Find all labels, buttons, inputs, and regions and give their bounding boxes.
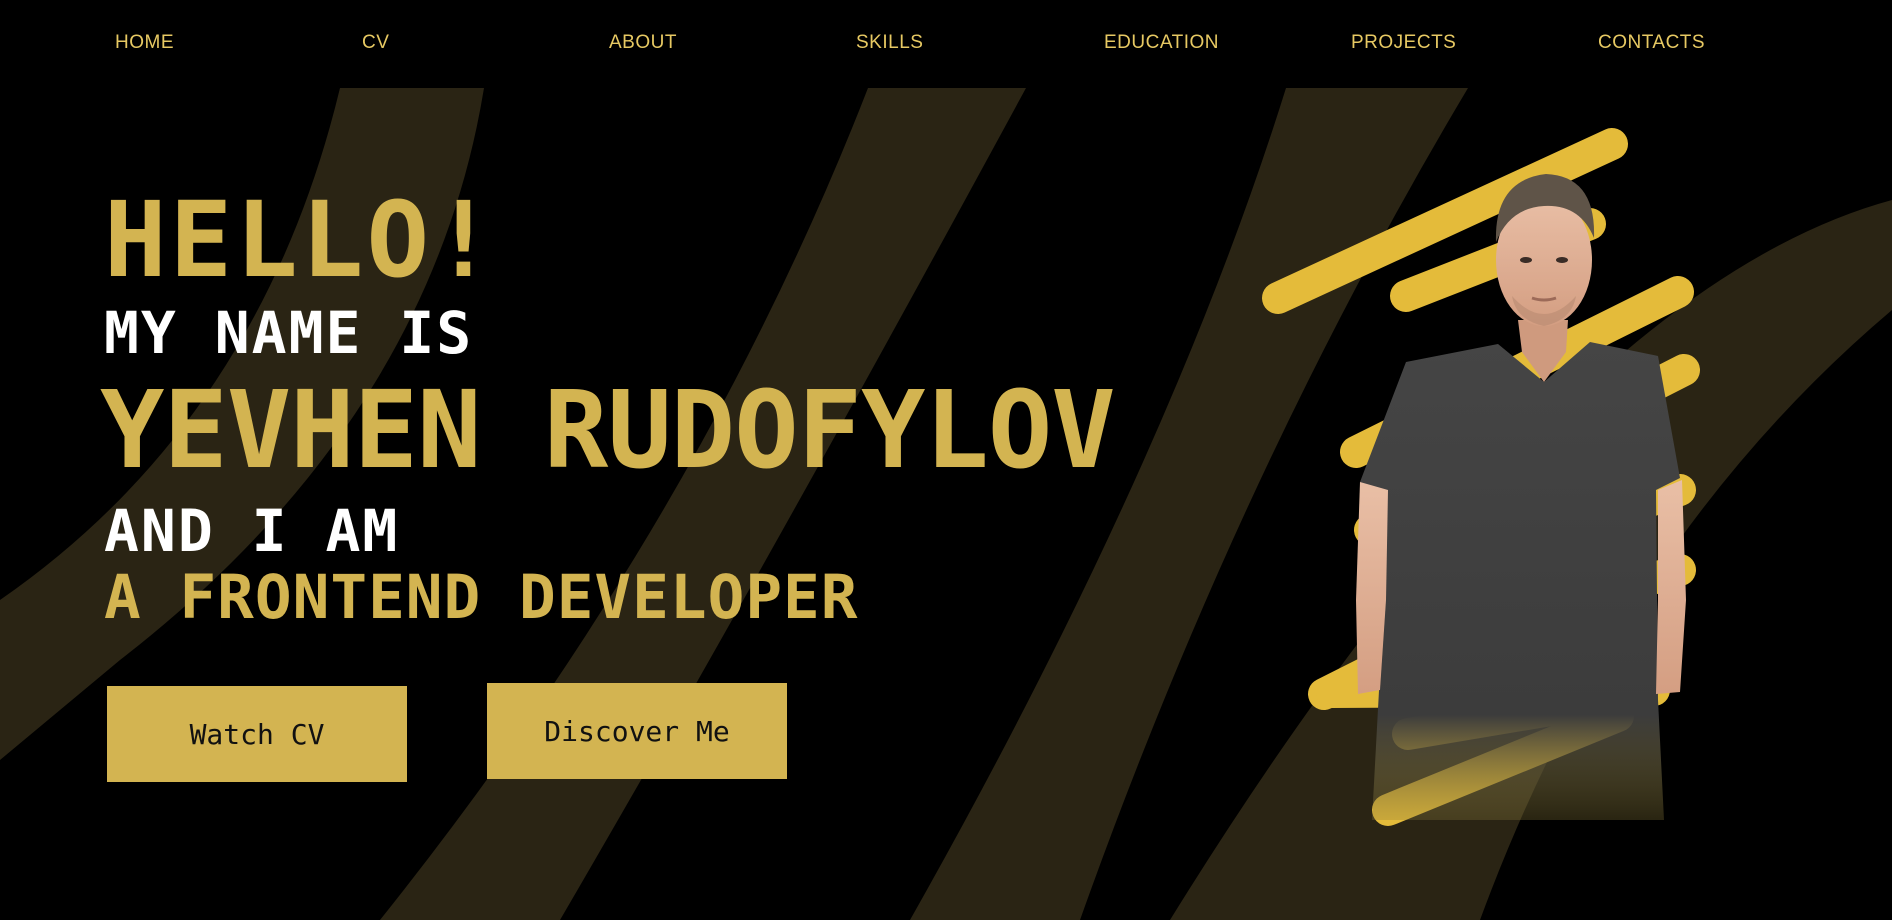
top-navigation: HOME CV ABOUT SKILLS EDUCATION PROJECTS … <box>0 0 1892 88</box>
watch-cv-button[interactable]: Watch CV <box>107 686 407 782</box>
nav-cv[interactable]: CV <box>362 32 389 54</box>
nav-home[interactable]: HOME <box>115 32 174 54</box>
nav-contacts[interactable]: CONTACTS <box>1598 32 1705 54</box>
discover-me-button[interactable]: Discover Me <box>487 683 787 779</box>
nav-skills[interactable]: SKILLS <box>856 32 923 54</box>
nav-about[interactable]: ABOUT <box>609 32 677 54</box>
hero-intro: MY NAME IS <box>104 299 474 367</box>
portrait-photo <box>1262 128 1700 826</box>
hero-connector: AND I AM <box>104 497 400 565</box>
hero-greeting: HELLO! <box>104 179 498 301</box>
nav-projects[interactable]: PROJECTS <box>1351 32 1456 54</box>
nav-education[interactable]: EDUCATION <box>1104 32 1219 54</box>
hero-name: YEVHEN RUDOFYLOV <box>100 369 1116 493</box>
hero-role: A FRONTEND DEVELOPER <box>104 562 859 633</box>
